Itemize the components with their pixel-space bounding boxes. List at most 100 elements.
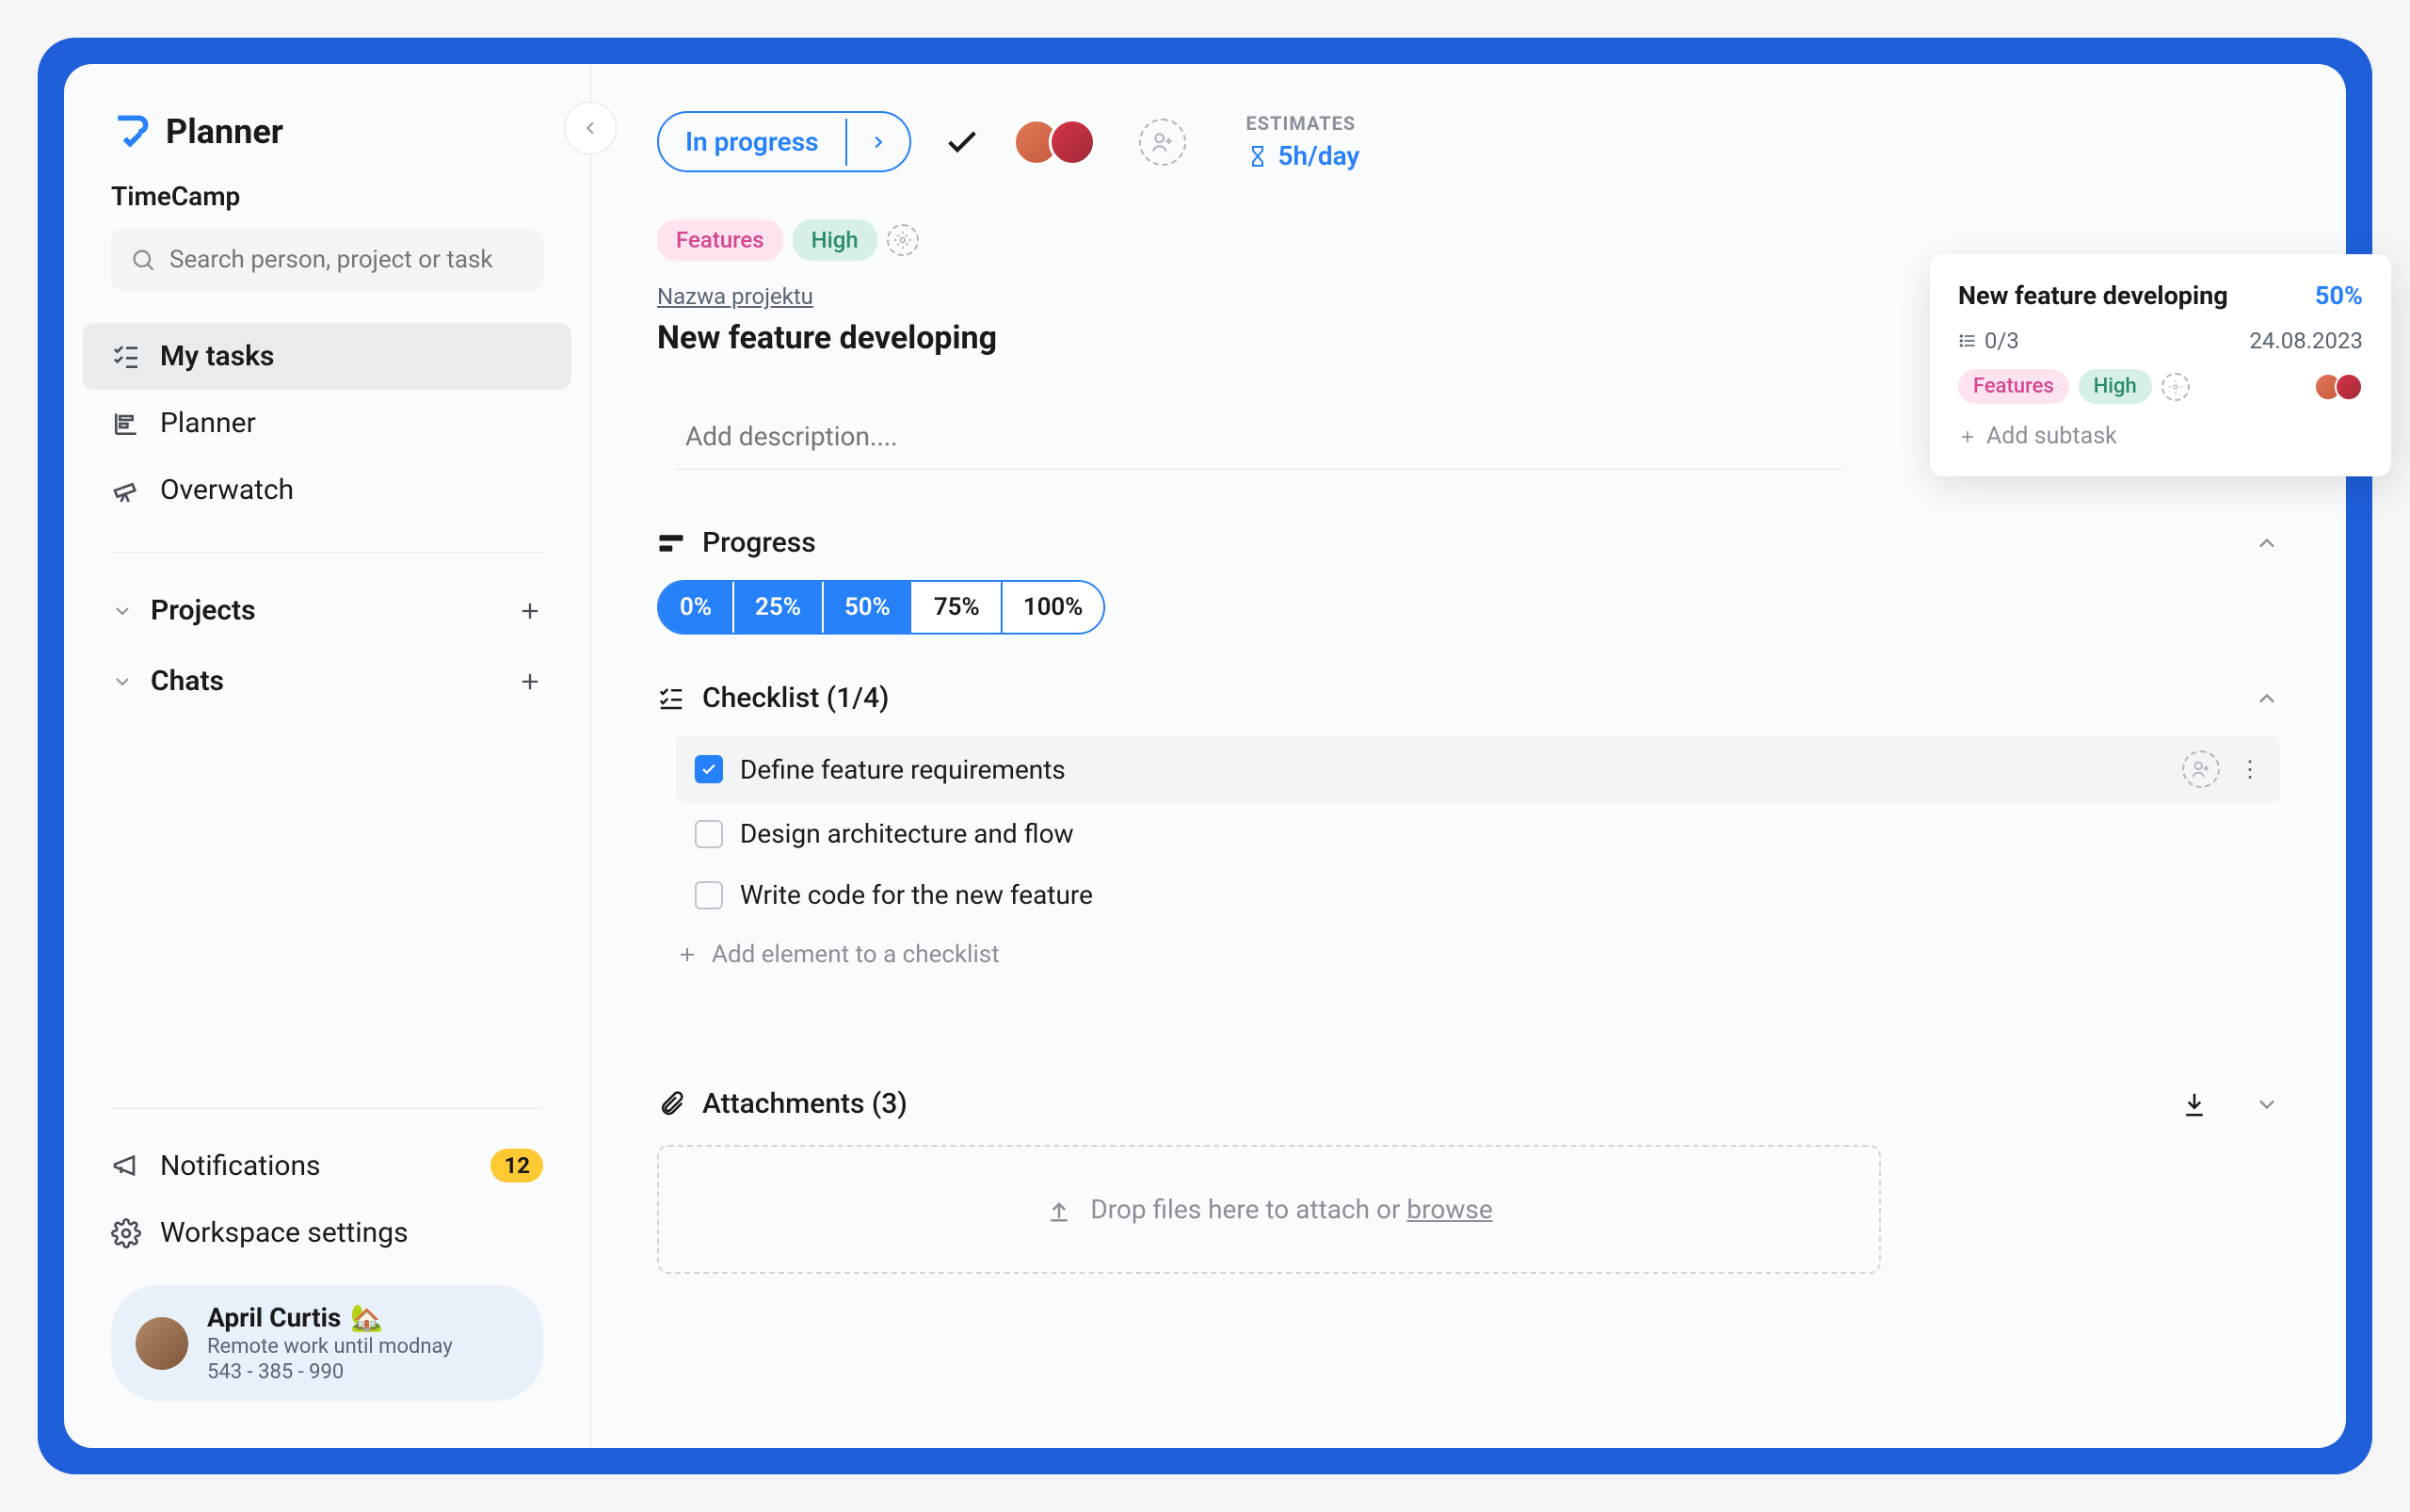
- add-assignee-button[interactable]: [1139, 119, 1186, 166]
- chevron-down-icon: [111, 600, 134, 622]
- status-label: In progress: [659, 113, 845, 170]
- checklist-icon: [657, 684, 685, 713]
- tasks-icon: [111, 342, 141, 372]
- checklist-item-text: Define feature requirements: [740, 754, 1066, 785]
- nav-workspace-settings[interactable]: Workspace settings: [83, 1199, 571, 1266]
- estimates-label: ESTIMATES: [1246, 112, 1360, 135]
- avatar[interactable]: [1049, 119, 1096, 166]
- plus-icon: [676, 943, 699, 966]
- task-card[interactable]: New feature developing 50% 0/3 24.08.202…: [1930, 254, 2391, 476]
- list-icon: [1958, 331, 1977, 350]
- tag-high[interactable]: High: [793, 219, 877, 261]
- search-field[interactable]: [169, 246, 524, 274]
- nav-notifications[interactable]: Notifications 12: [83, 1132, 571, 1199]
- progress-button-75%[interactable]: 75%: [913, 582, 1003, 633]
- card-percent: 50%: [2315, 281, 2363, 311]
- nav-my-tasks[interactable]: My tasks: [83, 323, 571, 390]
- notification-badge: 12: [490, 1149, 543, 1182]
- card-date: 24.08.2023: [2249, 328, 2363, 354]
- app-name: Planner: [166, 112, 283, 152]
- avatar: [136, 1317, 188, 1370]
- estimates: ESTIMATES 5h/day: [1246, 112, 1360, 171]
- add-checklist-item[interactable]: Add element to a checklist: [657, 925, 2280, 984]
- user-status: Remote work until modnay: [207, 1335, 453, 1359]
- assign-button[interactable]: [2182, 750, 2220, 788]
- card-title: New feature developing: [1958, 281, 2228, 311]
- description-input[interactable]: [676, 404, 1843, 470]
- telescope-icon: [111, 475, 141, 506]
- checkbox[interactable]: [695, 820, 723, 848]
- nav-label: My tasks: [160, 340, 274, 373]
- progress-button-0%[interactable]: 0%: [659, 582, 734, 633]
- plus-icon: [1958, 427, 1977, 446]
- more-button[interactable]: ⋮: [2239, 756, 2261, 782]
- avatar[interactable]: [2335, 373, 2363, 401]
- checklist-item[interactable]: Design architecture and flow: [676, 803, 2280, 864]
- hourglass-icon: [1246, 145, 1269, 168]
- sidebar: Planner TimeCamp My tasks Planner Overwa…: [64, 64, 591, 1448]
- progress-button-100%[interactable]: 100%: [1003, 582, 1104, 633]
- add-tag-button[interactable]: [2161, 373, 2190, 401]
- chevron-up-icon[interactable]: [2254, 685, 2280, 712]
- app-logo[interactable]: Planner: [64, 111, 590, 181]
- checklist-item[interactable]: Write code for the new feature: [676, 864, 2280, 925]
- chevron-right-icon: [868, 132, 889, 153]
- chart-icon: [111, 409, 141, 439]
- plus-icon[interactable]: [517, 598, 543, 624]
- gear-icon: [893, 231, 912, 249]
- assignees[interactable]: [1013, 119, 1096, 166]
- add-element-label: Add element to a checklist: [712, 941, 1000, 969]
- user-emoji: 🏡: [350, 1302, 383, 1333]
- divider: [111, 1108, 543, 1109]
- section-label: Chats: [151, 665, 224, 698]
- sidebar-chats[interactable]: Chats: [64, 646, 590, 716]
- download-icon[interactable]: [2180, 1090, 2209, 1118]
- checklist-item-text: Write code for the new feature: [740, 879, 1093, 910]
- nav-label: Workspace settings: [160, 1216, 409, 1249]
- checkbox[interactable]: [695, 755, 723, 783]
- progress-icon: [657, 529, 685, 557]
- add-subtask-button[interactable]: Add subtask: [1958, 423, 2363, 450]
- user-plus-icon: [1150, 130, 1175, 154]
- plus-icon[interactable]: [517, 668, 543, 695]
- tag-features[interactable]: Features: [657, 219, 783, 261]
- nav-planner[interactable]: Planner: [83, 390, 571, 457]
- search-input[interactable]: [111, 229, 543, 291]
- status-next-button[interactable]: [845, 119, 909, 166]
- planner-logo-icon: [111, 111, 153, 153]
- upload-icon: [1045, 1196, 1073, 1224]
- progress-button-50%[interactable]: 50%: [824, 582, 913, 633]
- divider: [111, 552, 543, 553]
- status-button[interactable]: In progress: [657, 111, 911, 172]
- checkbox[interactable]: [695, 881, 723, 909]
- attachments-label: Attachments (3): [702, 1087, 2163, 1120]
- dropzone[interactable]: Drop files here to attach or browse: [657, 1145, 1881, 1274]
- tag-high[interactable]: High: [2079, 369, 2152, 404]
- chevron-up-icon[interactable]: [2254, 530, 2280, 556]
- browse-link[interactable]: browse: [1406, 1194, 1492, 1225]
- user-card[interactable]: April Curtis 🏡 Remote work until modnay 5…: [111, 1285, 543, 1401]
- check-icon[interactable]: [943, 123, 981, 161]
- nav-overwatch[interactable]: Overwatch: [83, 457, 571, 523]
- search-icon: [130, 247, 156, 273]
- checklist-item[interactable]: Define feature requirements ⋮: [676, 735, 2280, 803]
- paperclip-icon: [657, 1090, 685, 1118]
- checklist-item-text: Design architecture and flow: [740, 818, 1074, 849]
- user-name: April Curtis: [207, 1302, 341, 1333]
- progress-buttons: 0%25%50%75%100%: [657, 580, 1105, 635]
- card-subtask-count: 0/3: [1958, 328, 2019, 354]
- gear-icon: [111, 1218, 141, 1248]
- drop-text: Drop files here to attach or: [1090, 1194, 1406, 1225]
- sidebar-projects[interactable]: Projects: [64, 575, 590, 646]
- checklist-label: Checklist (1/4): [702, 682, 2237, 715]
- add-tag-button[interactable]: [887, 224, 919, 256]
- collapse-sidebar-button[interactable]: [564, 102, 617, 154]
- workspace-name[interactable]: TimeCamp: [64, 181, 590, 229]
- chevron-down-icon[interactable]: [2254, 1091, 2280, 1118]
- user-phone: 543 - 385 - 990: [207, 1360, 453, 1384]
- progress-button-25%[interactable]: 25%: [734, 582, 824, 633]
- tag-features[interactable]: Features: [1958, 369, 2069, 404]
- megaphone-icon: [111, 1150, 141, 1181]
- estimates-value[interactable]: 5h/day: [1246, 140, 1360, 171]
- nav-label: Overwatch: [160, 474, 294, 507]
